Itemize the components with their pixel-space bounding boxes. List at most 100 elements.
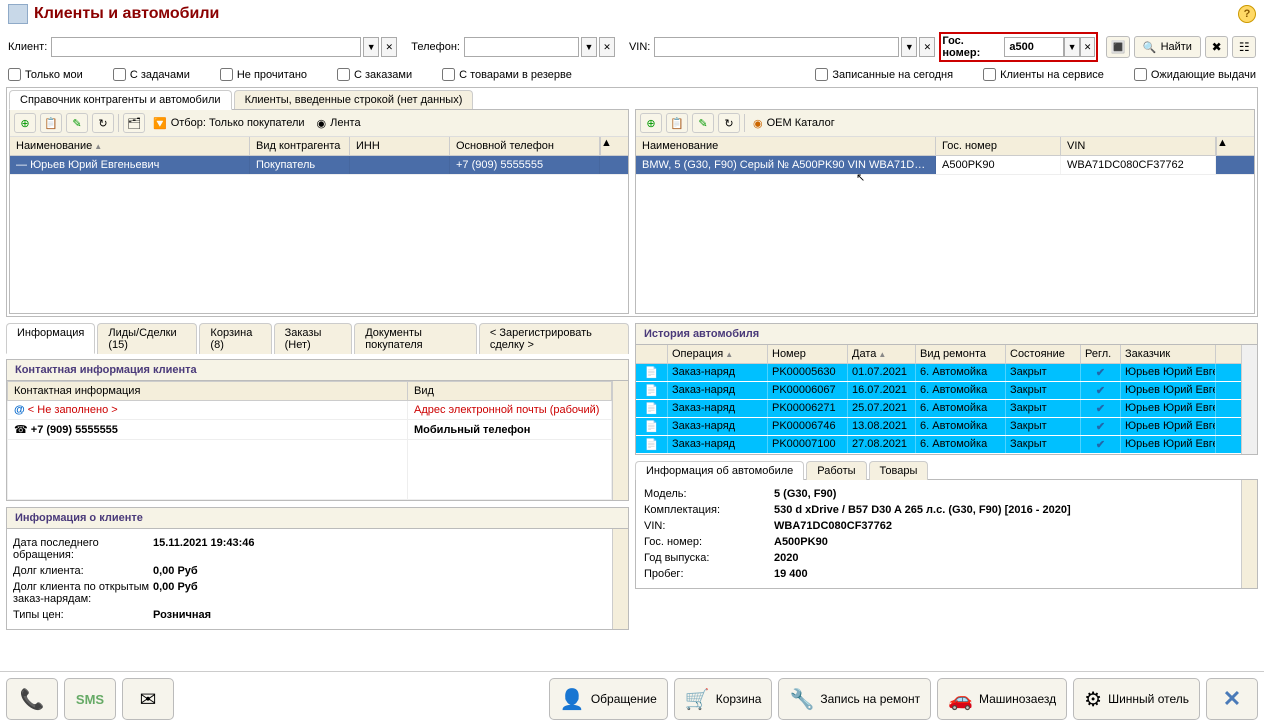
history-col-date[interactable]: Дата▲ [848, 345, 916, 363]
filter-awaiting[interactable]: Ожидающие выдачи [1134, 68, 1256, 81]
gos-dropdown-icon[interactable]: ▼ [1064, 37, 1079, 57]
car-entry-button[interactable]: 🚗Машинозаезд [937, 678, 1067, 720]
filter-reserved[interactable]: С товарами в резерве [442, 68, 572, 81]
mail-action-button[interactable]: ✉ [122, 678, 174, 720]
vin-dropdown-icon[interactable]: ▼ [901, 37, 917, 57]
history-col-regl[interactable]: Регл. [1081, 345, 1121, 363]
help-icon[interactable]: ? [1238, 5, 1256, 23]
contact-row-email[interactable]: @ < Не заполнено > Адрес электронной поч… [8, 401, 612, 420]
car-info-row: Комплектация:530 d xDrive / B57 D30 A 26… [644, 502, 1241, 518]
filter-clients-service[interactable]: Клиенты на сервисе [983, 68, 1104, 81]
client-clear-icon[interactable]: ✕ [381, 37, 397, 57]
car-tab-works[interactable]: Работы [806, 461, 866, 480]
client-row[interactable]: — Юрьев Юрий Евгеньевич Покупатель +7 (9… [10, 156, 628, 175]
tab-leads[interactable]: Лиды/Сделки (15) [97, 323, 197, 354]
history-row[interactable]: 📄Заказ-нарядPK0000563001.07.20216. Автом… [636, 364, 1241, 382]
cart-icon: 🛒 [685, 687, 710, 712]
contact-col1[interactable]: Контактная информация [8, 382, 408, 401]
tab-directory[interactable]: Справочник контрагенты и автомобили [9, 90, 232, 110]
car-tab-goods[interactable]: Товары [869, 461, 929, 480]
card-client-button[interactable]: 🗂 [123, 113, 145, 133]
search-icon: 🔍 [1143, 41, 1157, 54]
filter-indicator[interactable]: 🔽 Отбор: Только покупатели [149, 117, 309, 130]
lenta-icon: ◉ [317, 117, 327, 130]
sms-action-button[interactable]: SMS [64, 678, 116, 720]
history-col-state[interactable]: Состояние [1006, 345, 1081, 363]
contact-row-mobile[interactable]: ☎ +7 (909) 5555555 Мобильный телефон [8, 420, 612, 440]
gos-input[interactable] [1004, 37, 1064, 57]
contact-col2[interactable]: Вид [408, 382, 612, 401]
copy-car-button[interactable]: 📋 [666, 113, 688, 133]
history-col-num[interactable]: Номер [768, 345, 848, 363]
gos-highlighted-box: Гос. номер: ▼ ✕ [939, 32, 1098, 62]
scrollbar-top-icon[interactable]: ▲ [1216, 137, 1232, 155]
vin-clear-icon[interactable]: ✕ [919, 37, 935, 57]
car-tab-info[interactable]: Информация об автомобиле [635, 461, 804, 480]
find-button[interactable]: 🔍 Найти [1134, 36, 1201, 58]
col-car-name[interactable]: Наименование [636, 137, 936, 155]
tab-docs[interactable]: Документы покупателя [354, 323, 477, 354]
history-row[interactable]: 📄Заказ-нарядPK0000606716.07.20216. Автом… [636, 382, 1241, 400]
lenta-button[interactable]: ◉ Лента [313, 117, 365, 130]
history-col-icon[interactable] [636, 345, 668, 363]
col-inn[interactable]: ИНН [350, 137, 450, 155]
tab-info[interactable]: Информация [6, 323, 95, 354]
tab-orders[interactable]: Заказы (Нет) [274, 323, 353, 354]
edit-client-button[interactable]: ✎ [66, 113, 88, 133]
edit-car-button[interactable]: ✎ [692, 113, 714, 133]
clear-search-button[interactable]: ✖ [1205, 36, 1229, 58]
repair-button[interactable]: 🔧Запись на ремонт [778, 678, 931, 720]
misc-btn-1[interactable]: 🔳 [1106, 36, 1130, 58]
phone-dropdown-icon[interactable]: ▼ [581, 37, 597, 57]
filter-recorded-today[interactable]: Записанные на сегодня [815, 68, 953, 81]
close-button[interactable]: ✕ [1206, 678, 1258, 720]
tab-register[interactable]: < Зарегистрировать сделку > [479, 323, 629, 354]
doc-icon: 📄 [636, 364, 668, 381]
history-scrollbar[interactable] [1241, 345, 1257, 454]
car-info-scrollbar[interactable] [1241, 480, 1257, 588]
filter-with-orders[interactable]: С заказами [337, 68, 412, 81]
car-tabs: Информация об автомобиле Работы Товары [635, 461, 1258, 480]
scrollbar-top-icon[interactable]: ▲ [600, 137, 616, 155]
phone-clear-icon[interactable]: ✕ [599, 37, 615, 57]
col-type[interactable]: Вид контрагента [250, 137, 350, 155]
appeal-button[interactable]: 👤Обращение [549, 678, 668, 720]
client-dropdown-icon[interactable]: ▼ [363, 37, 379, 57]
history-row[interactable]: 📄Заказ-нарядPK0000627125.07.20216. Автом… [636, 400, 1241, 418]
history-col-customer[interactable]: Заказчик [1121, 345, 1216, 363]
cursor-icon: ↖ [856, 171, 1254, 184]
history-row[interactable]: 📄Заказ-нарядPK0000674613.08.20216. Автом… [636, 418, 1241, 436]
window-icon [8, 4, 28, 24]
gos-clear-icon[interactable]: ✕ [1080, 37, 1095, 57]
phone-input[interactable] [464, 37, 579, 57]
basket-button[interactable]: 🛒Корзина [674, 678, 773, 720]
add-client-button[interactable]: ⊕ [14, 113, 36, 133]
tab-basket[interactable]: Корзина (8) [199, 323, 271, 354]
oem-button[interactable]: ◉ OEM Каталог [749, 117, 839, 130]
col-phone[interactable]: Основной телефон [450, 137, 600, 155]
col-gos[interactable]: Гос. номер [936, 137, 1061, 155]
refresh-clients-button[interactable]: ↻ [92, 113, 114, 133]
client-info-scrollbar[interactable] [612, 529, 628, 629]
vin-input[interactable] [654, 37, 899, 57]
phone-label: Телефон: [411, 41, 460, 53]
history-row[interactable]: 📄Заказ-нарядPK0000710027.08.20216. Автом… [636, 436, 1241, 454]
refresh-cars-button[interactable]: ↻ [718, 113, 740, 133]
phone-action-button[interactable]: 📞 [6, 678, 58, 720]
col-name[interactable]: Наименование▲ [10, 137, 250, 155]
history-col-repair[interactable]: Вид ремонта [916, 345, 1006, 363]
contact-scrollbar[interactable] [612, 381, 628, 500]
columns-button[interactable]: ☷ [1232, 36, 1256, 58]
filter-with-tasks[interactable]: С задачами [113, 68, 190, 81]
filter-unread[interactable]: Не прочитано [220, 68, 307, 81]
tire-button[interactable]: ⚙Шинный отель [1073, 678, 1200, 720]
add-car-button[interactable]: ⊕ [640, 113, 662, 133]
client-input[interactable] [51, 37, 361, 57]
mail-icon: ✉ [140, 687, 157, 712]
filter-only-mine[interactable]: Только мои [8, 68, 83, 81]
history-col-op[interactable]: Операция▲ [668, 345, 768, 363]
wrench-icon: 🔧 [789, 687, 814, 712]
copy-client-button[interactable]: 📋 [40, 113, 62, 133]
col-vin[interactable]: VIN [1061, 137, 1216, 155]
tab-string-clients[interactable]: Клиенты, введенные строкой (нет данных) [234, 90, 474, 110]
